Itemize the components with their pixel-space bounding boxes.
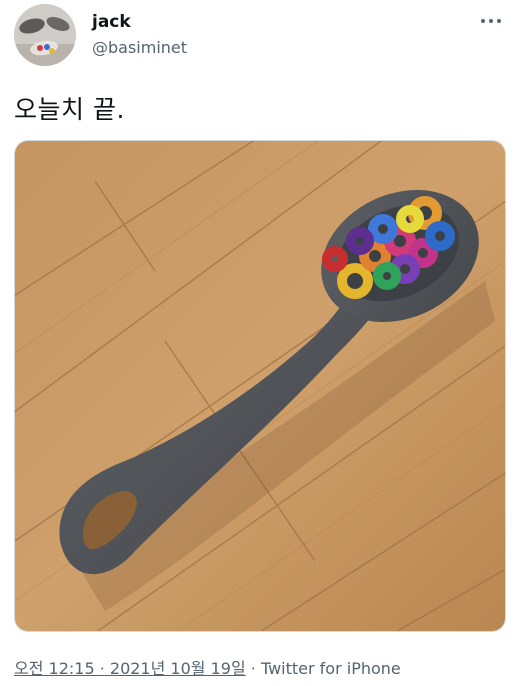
avatar[interactable] [14,4,76,66]
avatar-image [14,4,76,66]
tweet-header: jack @basiminet [14,4,504,68]
tweet: jack @basiminet 오늘치 끝. 오전 12:15 · 2021년 … [0,0,515,686]
author-name[interactable]: jack [92,12,131,32]
more-options-icon[interactable] [478,10,504,32]
spoon-photo [15,141,505,631]
author-handle[interactable]: @basiminet [92,38,187,57]
tweet-source[interactable]: Twitter for iPhone [261,659,401,678]
meta-separator: · [250,659,256,678]
tweet-meta: 오전 12:15 · 2021년 10월 19일 · Twitter for i… [14,655,401,679]
tweet-text: 오늘치 끝. [14,95,125,124]
tweet-timestamp[interactable]: 오전 12:15 · 2021년 10월 19일 [14,659,246,678]
tweet-photo[interactable] [14,140,506,632]
